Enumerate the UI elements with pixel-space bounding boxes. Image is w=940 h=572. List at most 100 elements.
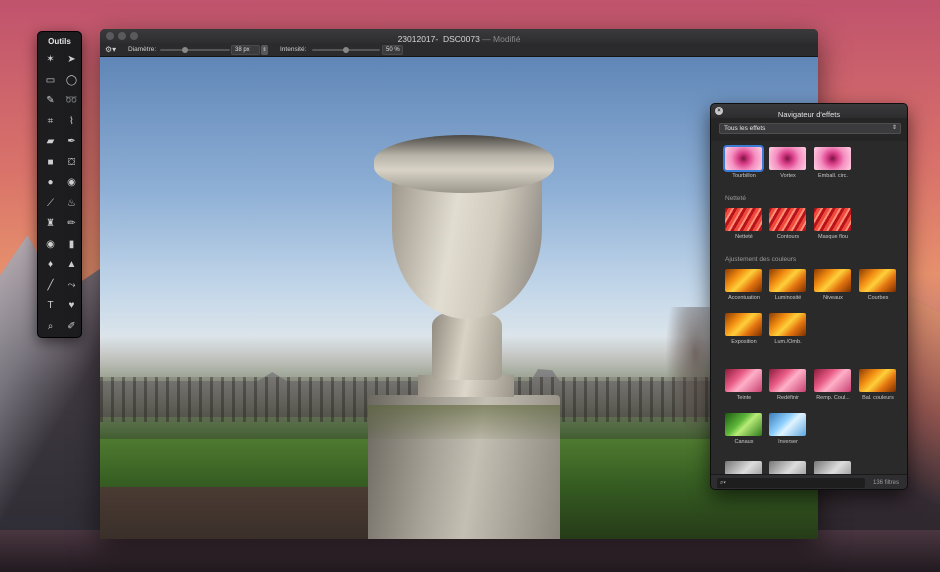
effect-thumbnail[interactable] bbox=[769, 313, 806, 336]
magic-wand-icon[interactable]: ✶ bbox=[40, 50, 61, 71]
effect-label: Canaux bbox=[734, 439, 754, 445]
close-window-button[interactable] bbox=[106, 32, 114, 40]
effect-thumbnail[interactable] bbox=[725, 461, 762, 474]
close-icon[interactable]: × bbox=[715, 107, 723, 115]
photo-vase-rim bbox=[374, 135, 554, 193]
tools-palette: Outils ✶ ➤ ▭ ◯ ✎ ➿ ⌗ ⌇ ▰ ✒ ■ ⛋ ● ◉ ⟋ ♨ ♜ ✏ ◉ ▮ ♦ ▲ ╱ ⤳ T ♥ ⌕ ✐ bbox=[37, 31, 82, 338]
effect-label: Bal. couleurs bbox=[862, 395, 894, 401]
effects-footer: ⌕▾ 136 filtres bbox=[711, 474, 907, 489]
effect-thumbnail[interactable] bbox=[725, 208, 762, 231]
ellipse-select-icon[interactable]: ◯ bbox=[61, 71, 82, 92]
effect-label: Contours bbox=[776, 234, 800, 240]
arrow-pointer-icon[interactable]: ➤ bbox=[61, 50, 82, 71]
pen-icon[interactable]: ✒ bbox=[61, 132, 82, 153]
effect-label: Niveaux bbox=[823, 295, 843, 301]
intensity-field[interactable]: 50 % bbox=[382, 45, 403, 55]
effect-label: Teinte bbox=[736, 395, 752, 401]
tools-palette-title: Outils bbox=[48, 37, 71, 46]
lollipop-icon[interactable]: ◉ bbox=[61, 173, 82, 194]
effect-label: Vortex bbox=[780, 173, 796, 179]
window-titlebar[interactable]: 23012017-_DSC0073 — Modifié bbox=[100, 29, 818, 44]
effects-category-select[interactable]: Tous les effets ⇕ bbox=[719, 123, 901, 134]
effect-label: Netteté bbox=[735, 234, 753, 240]
effect-thumbnail[interactable] bbox=[769, 208, 806, 231]
effects-titlebar[interactable]: × Navigateur d'effets bbox=[711, 104, 907, 119]
effect-label: Remp. Coul... bbox=[816, 395, 850, 401]
rect-select-icon[interactable]: ▭ bbox=[40, 71, 61, 92]
effect-thumbnail[interactable] bbox=[814, 461, 851, 474]
lasso-icon[interactable]: ➿ bbox=[61, 91, 82, 112]
effect-thumbnail[interactable] bbox=[769, 147, 806, 170]
effects-section-title: Ajustement des couleurs bbox=[725, 256, 797, 263]
eye-icon[interactable]: ◉ bbox=[40, 235, 61, 256]
tool-grid: ✶ ➤ ▭ ◯ ✎ ➿ ⌗ ⌇ ▰ ✒ ■ ⛋ ● ◉ ⟋ ♨ ♜ ✏ ◉ ▮ ♦ ▲ ╱ ⤳ T ♥ ⌕ ✐ bbox=[38, 48, 81, 337]
heart-icon[interactable]: ♥ bbox=[61, 296, 82, 317]
tool-options-bar: ⚙▾ Diamètre: 38 px ⇕ Intensité: 50 % bbox=[100, 43, 818, 57]
diameter-slider-knob[interactable] bbox=[181, 47, 188, 53]
effect-label: Emball. circ. bbox=[818, 173, 848, 179]
effect-label: Luminosité bbox=[774, 295, 802, 301]
diameter-field[interactable]: 38 px bbox=[231, 45, 260, 55]
intensity-slider-knob[interactable] bbox=[343, 47, 349, 53]
effect-label: Redéfinir bbox=[776, 395, 799, 401]
intensity-label: Intensité: bbox=[280, 46, 307, 53]
chevron-up-down-icon: ⇕ bbox=[891, 125, 897, 131]
effect-label: Lum./Omb. bbox=[774, 339, 802, 345]
minimize-window-button[interactable] bbox=[118, 32, 126, 40]
color-picker-icon[interactable]: ✐ bbox=[61, 317, 82, 338]
diameter-stepper[interactable]: ⇕ bbox=[261, 45, 268, 55]
effects-count: 136 filtres bbox=[872, 480, 899, 486]
brush-icon[interactable]: ⟋ bbox=[40, 194, 61, 215]
effect-thumbnail[interactable] bbox=[769, 461, 806, 474]
stamp-icon[interactable]: ♜ bbox=[40, 214, 61, 235]
drop-icon[interactable]: ♦ bbox=[40, 255, 61, 276]
effect-thumbnail[interactable] bbox=[859, 269, 896, 292]
diameter-slider[interactable] bbox=[160, 49, 230, 51]
diameter-label: Diamètre: bbox=[128, 46, 157, 53]
effect-label: Masque flou bbox=[818, 234, 848, 240]
photo-pedestal-moss bbox=[368, 405, 560, 439]
effect-label: Courbes bbox=[867, 295, 889, 301]
effect-label: Tourbillon bbox=[732, 173, 756, 179]
effect-label: Accentuation bbox=[728, 295, 760, 301]
effect-thumbnail[interactable] bbox=[725, 413, 762, 436]
effects-browser-panel: × Navigateur d'effets Tous les effets ⇕ … bbox=[710, 103, 908, 490]
eraser-icon[interactable]: ▰ bbox=[40, 132, 61, 153]
eyedropper-icon[interactable]: ⌇ bbox=[61, 112, 82, 133]
effect-thumbnail[interactable] bbox=[725, 369, 762, 392]
zoom-icon[interactable]: ⌕ bbox=[40, 317, 61, 338]
blur-icon[interactable]: ⤳ bbox=[61, 276, 82, 297]
marker-icon[interactable]: ✎ bbox=[40, 91, 61, 112]
effect-thumbnail[interactable] bbox=[725, 313, 762, 336]
cone-icon[interactable]: ▲ bbox=[61, 255, 82, 276]
effect-thumbnail[interactable] bbox=[814, 208, 851, 231]
line-icon[interactable]: ╱ bbox=[40, 276, 61, 297]
zoom-window-button[interactable] bbox=[130, 32, 138, 40]
crop-icon[interactable]: ⌗ bbox=[40, 112, 61, 133]
gear-icon[interactable]: ⚙▾ bbox=[105, 43, 116, 57]
effect-thumbnail[interactable] bbox=[725, 147, 762, 170]
search-icon: ⌕▾ bbox=[720, 480, 726, 486]
effect-thumbnail[interactable] bbox=[769, 269, 806, 292]
flame-icon[interactable]: ♨ bbox=[61, 194, 82, 215]
effect-thumbnail[interactable] bbox=[769, 369, 806, 392]
effect-thumbnail[interactable] bbox=[859, 369, 896, 392]
pencil-icon[interactable]: ✏ bbox=[61, 214, 82, 235]
effects-list[interactable]: Tourbillon Vortex Emball. circ. Netteté Nett… bbox=[711, 141, 907, 474]
effect-thumbnail[interactable] bbox=[725, 269, 762, 292]
effect-thumbnail[interactable] bbox=[814, 147, 851, 170]
effect-label: Inverser bbox=[778, 439, 798, 445]
effects-search-input[interactable]: ⌕▾ bbox=[717, 478, 865, 488]
smudge-icon[interactable]: ▮ bbox=[61, 235, 82, 256]
shape-icon[interactable]: ■ bbox=[40, 153, 61, 174]
effect-thumbnail[interactable] bbox=[814, 269, 851, 292]
paint-bucket-icon[interactable]: ⛋ bbox=[61, 153, 82, 174]
effect-thumbnail[interactable] bbox=[814, 369, 851, 392]
effect-thumbnail[interactable] bbox=[769, 413, 806, 436]
effects-title: Navigateur d'effets bbox=[777, 110, 841, 119]
photo-vase-neck bbox=[432, 312, 502, 380]
text-icon[interactable]: T bbox=[40, 296, 61, 317]
effect-label: Exposition bbox=[731, 339, 757, 345]
lemon-icon[interactable]: ● bbox=[40, 173, 61, 194]
effects-section-title: Netteté bbox=[725, 195, 746, 202]
